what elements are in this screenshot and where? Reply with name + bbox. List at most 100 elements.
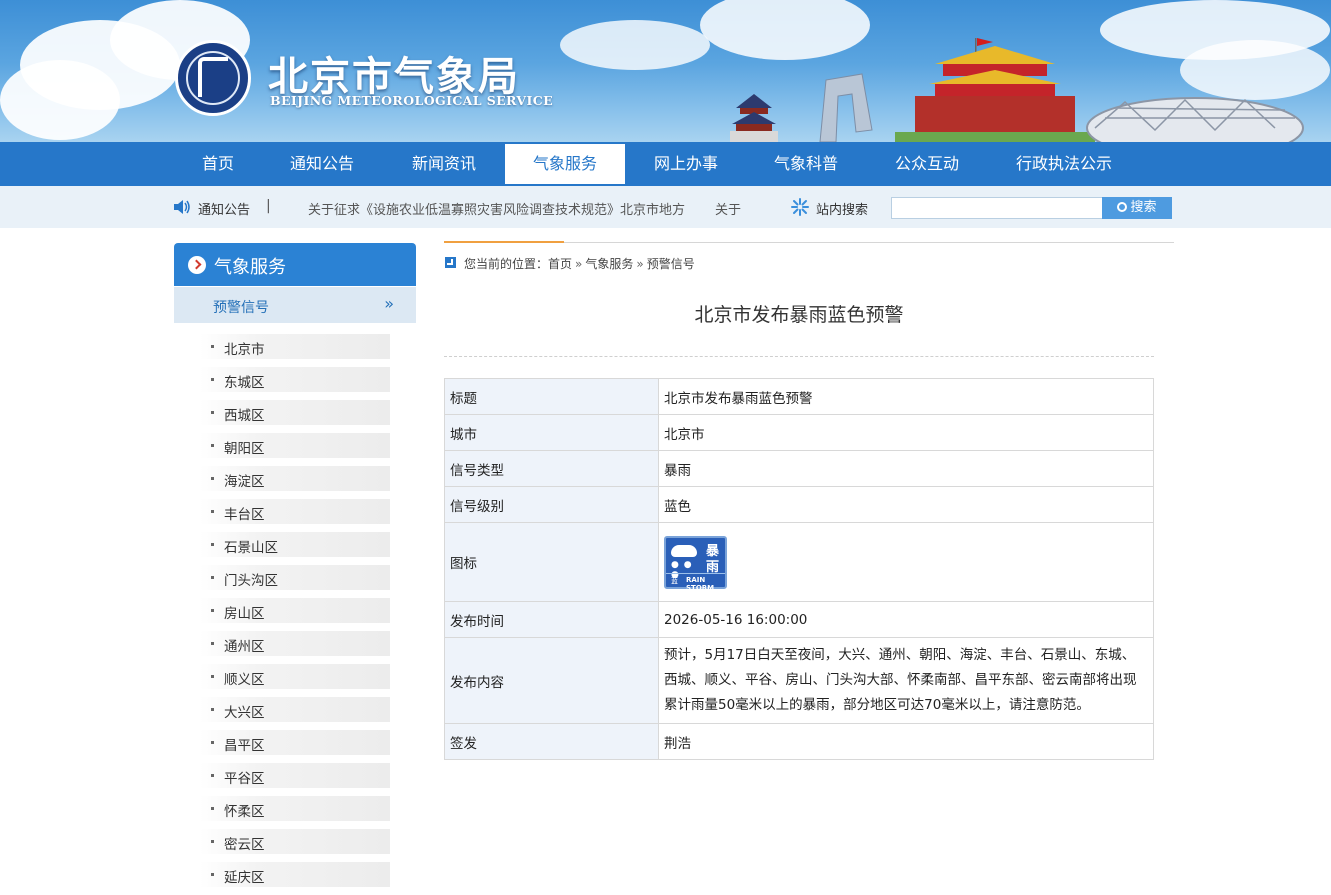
district-item[interactable]: 朝阳区 [200, 433, 390, 458]
district-item[interactable]: 北京市 [200, 334, 390, 359]
sidebar-item-warning-signals[interactable]: 预警信号 » [174, 287, 416, 323]
dashed-divider [444, 356, 1154, 357]
breadcrumb-weather-service[interactable]: 气象服务 [585, 257, 633, 271]
district-label: 大兴区 [224, 705, 265, 721]
sidebar-item-label: 预警信号 [213, 300, 269, 316]
arrow-circle-icon [188, 256, 206, 274]
district-label: 顺义区 [224, 672, 265, 688]
nav-notices[interactable]: 通知公告 [272, 142, 372, 186]
district-item[interactable]: 大兴区 [200, 697, 390, 722]
district-label: 西城区 [224, 408, 265, 424]
district-item[interactable]: 西城区 [200, 400, 390, 425]
tiananmen-icon [895, 38, 1095, 142]
district-label: 通州区 [224, 639, 265, 655]
nav-weather-service[interactable]: 气象服务 [505, 144, 625, 184]
snowflake-icon [791, 198, 809, 216]
warning-icon-english: RAIN STORM [686, 575, 715, 592]
nav-news[interactable]: 新闻资讯 [392, 142, 496, 186]
warning-content: 预计，5月17日白天至夜间，大兴、通州、朝阳、海淀、丰台、石景山、东城、西城、顺… [664, 647, 1137, 713]
table-row: 图标 ● ● ● 暴 雨 蓝 RAIN STORM [444, 522, 1154, 602]
content-divider-accent [444, 241, 564, 243]
nav-online-service[interactable]: 网上办事 [636, 142, 736, 186]
row-key: 发布内容 [444, 637, 659, 724]
double-chevron-icon: » [384, 294, 394, 313]
search-input[interactable] [891, 197, 1103, 219]
table-row: 信号级别 蓝色 [444, 486, 1154, 523]
district-label: 丰台区 [224, 507, 265, 523]
search-button[interactable]: 搜索 [1102, 197, 1172, 219]
table-row: 发布内容 预计，5月17日白天至夜间，大兴、通州、朝阳、海淀、丰台、石景山、东城… [444, 637, 1154, 724]
row-key: 信号级别 [444, 486, 659, 523]
sidebar-header: 气象服务 [174, 243, 416, 286]
table-row: 签发 荆浩 [444, 723, 1154, 760]
location-arrow-icon [445, 257, 456, 268]
row-key: 图标 [444, 522, 659, 602]
district-item[interactable]: 石景山区 [200, 532, 390, 557]
search-label: 站内搜索 [816, 203, 869, 218]
nav-law-enforcement[interactable]: 行政执法公示 [1002, 142, 1126, 186]
row-key: 信号类型 [444, 450, 659, 487]
warning-icon-level: 蓝 [671, 576, 678, 585]
site-subtitle: BEIJING METEOROLOGICAL SERVICE [270, 93, 554, 108]
article-title: 北京市发布暴雨蓝色预警 [694, 304, 904, 326]
district-label: 密云区 [224, 837, 265, 853]
row-value: ● ● ● 暴 雨 蓝 RAIN STORM [658, 522, 1154, 602]
notice-link[interactable]: 关于 [715, 203, 741, 218]
row-value: 2026-05-16 16:00:00 [658, 601, 1154, 638]
search-icon [1117, 202, 1128, 212]
breadcrumb: 您当前的位置：首页» 气象服务» 预警信号 [464, 255, 695, 272]
district-item[interactable]: 昌平区 [200, 730, 390, 755]
district-item[interactable]: 怀柔区 [200, 796, 390, 821]
district-item[interactable]: 门头沟区 [200, 565, 390, 590]
district-item[interactable]: 丰台区 [200, 499, 390, 524]
nav-home[interactable]: 首页 [178, 142, 258, 186]
row-key: 标题 [444, 378, 659, 415]
table-row: 标题 北京市发布暴雨蓝色预警 [444, 378, 1154, 415]
birds-nest-stadium-icon [1086, 97, 1304, 142]
row-key: 城市 [444, 414, 659, 451]
notice-ticker: 关于征求《设施农业低温寡照灾害风险调查技术规范》北京市地方 关于 [308, 199, 760, 218]
notice-separator: | [266, 198, 271, 214]
notice-link[interactable]: 关于征求《设施农业低温寡照灾害风险调查技术规范》北京市地方 [308, 203, 685, 218]
speaker-icon [174, 200, 190, 214]
header-banner: 北京市气象局 BEIJING METEOROLOGICAL SERVICE [0, 0, 1331, 142]
nav-interaction[interactable]: 公众互动 [877, 142, 977, 186]
row-key: 签发 [444, 723, 659, 760]
breadcrumb-home[interactable]: 首页 [548, 257, 572, 271]
district-label: 平谷区 [224, 771, 265, 787]
breadcrumb-warning-signals[interactable]: 预警信号 [647, 257, 695, 271]
district-item[interactable]: 延庆区 [200, 862, 390, 887]
logo-icon[interactable] [175, 40, 251, 116]
main-nav: 首页 通知公告 新闻资讯 气象服务 网上办事 气象科普 公众互动 行政执法公示 [0, 142, 1331, 186]
district-label: 延庆区 [224, 870, 265, 886]
breadcrumb-separator: » [636, 257, 644, 271]
cctv-tower-icon [819, 73, 873, 142]
district-item[interactable]: 顺义区 [200, 664, 390, 689]
row-value: 预计，5月17日白天至夜间，大兴、通州、朝阳、海淀、丰台、石景山、东城、西城、顺… [658, 637, 1154, 724]
district-item[interactable]: 房山区 [200, 598, 390, 623]
nav-science[interactable]: 气象科普 [756, 142, 856, 186]
temple-of-heaven-icon [730, 94, 778, 142]
district-item[interactable]: 密云区 [200, 829, 390, 854]
rainstorm-blue-warning-icon: ● ● ● 暴 雨 蓝 RAIN STORM [664, 535, 727, 592]
row-value: 荆浩 [658, 723, 1154, 760]
sidebar-title: 气象服务 [214, 257, 286, 278]
district-item[interactable]: 海淀区 [200, 466, 390, 491]
warning-info-table: 标题 北京市发布暴雨蓝色预警 城市 北京市 信号类型 暴雨 信号级别 蓝色 图标… [444, 378, 1154, 760]
district-label: 房山区 [224, 606, 265, 622]
district-label: 怀柔区 [224, 804, 265, 820]
district-item[interactable]: 东城区 [200, 367, 390, 392]
district-label: 海淀区 [224, 474, 265, 490]
row-value: 蓝色 [658, 486, 1154, 523]
row-value: 暴雨 [658, 450, 1154, 487]
district-label: 门头沟区 [224, 573, 278, 589]
notice-label: 通知公告 [198, 203, 251, 218]
district-item[interactable]: 通州区 [200, 631, 390, 656]
search-button-label: 搜索 [1130, 200, 1157, 215]
table-row: 信号类型 暴雨 [444, 450, 1154, 487]
district-label: 昌平区 [224, 738, 265, 754]
table-row: 城市 北京市 [444, 414, 1154, 451]
district-label: 东城区 [224, 375, 265, 391]
district-item[interactable]: 平谷区 [200, 763, 390, 788]
breadcrumb-prefix: 您当前的位置： [464, 257, 549, 271]
